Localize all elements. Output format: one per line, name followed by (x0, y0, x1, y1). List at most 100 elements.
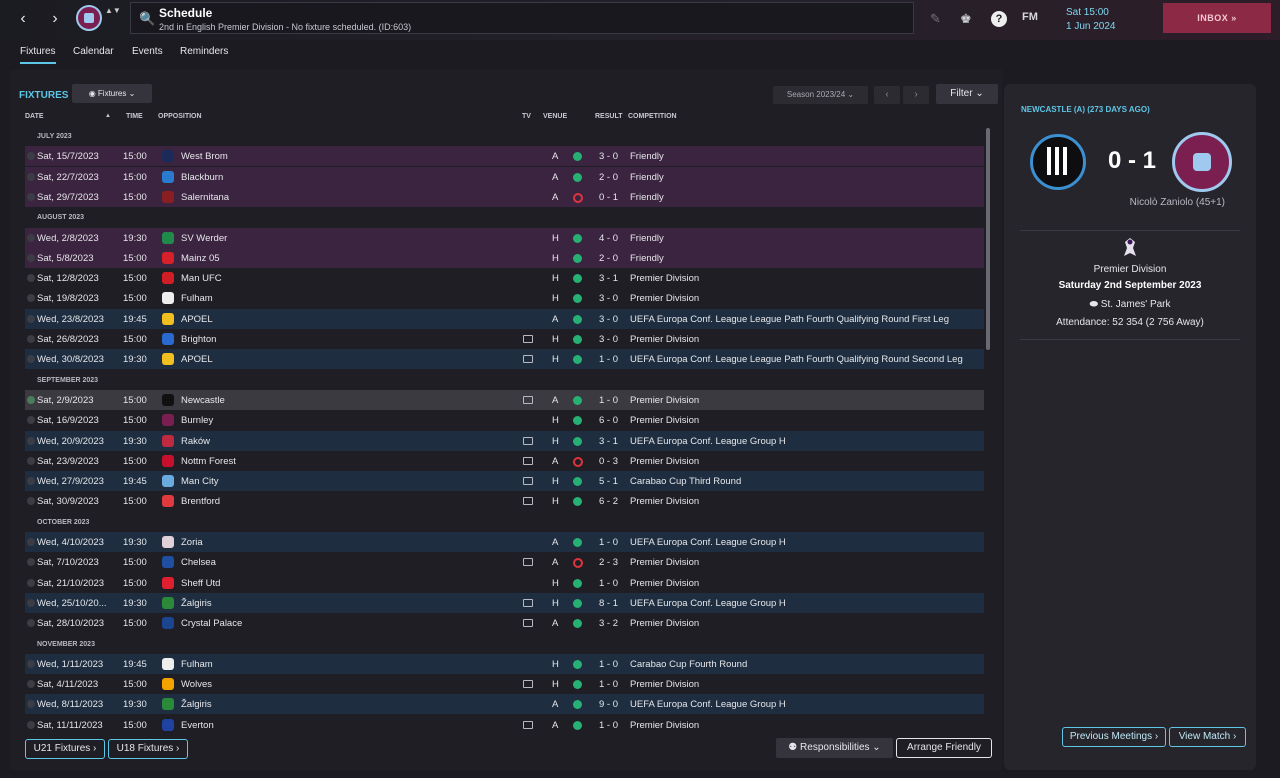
opponent-name[interactable]: Žalgiris (181, 598, 212, 609)
fixture-result[interactable]: 1 - 0 (599, 578, 618, 589)
fixture-competition[interactable]: UEFA Europa Conf. League Group H (630, 436, 786, 447)
fixture-row[interactable]: Wed, 23/8/2023 19:45 APOEL A 3 - 0 UEFA Europ… (25, 308, 984, 329)
opponent-crest-icon[interactable] (162, 536, 174, 548)
fixture-row[interactable]: Wed, 27/9/2023 19:45 Man City H 5 - 1 Carabao… (25, 471, 984, 492)
fixture-result[interactable]: 6 - 2 (599, 496, 618, 507)
fixture-row[interactable]: Wed, 2/8/2023 19:30 SV Werder H 4 - 0 Friendl… (25, 227, 984, 248)
opponent-crest-icon[interactable] (162, 454, 174, 467)
opponent-crest-icon[interactable] (162, 333, 174, 345)
col-time[interactable]: TIME (126, 113, 143, 120)
fixture-row[interactable]: Sat, 12/8/2023 15:00 Man UFC H 3 - 1 Premier … (25, 268, 984, 289)
opponent-crest-icon[interactable] (162, 617, 174, 630)
fixture-row[interactable]: Wed, 25/10/20... 19:30 Žalgiris H 8 - 1 UEFA … (25, 592, 984, 613)
fixture-competition[interactable]: Friendly (630, 172, 664, 183)
col-opposition[interactable]: OPPOSITION (158, 113, 202, 120)
view-selector-button[interactable]: ◉ Fixtures ⌄ (72, 84, 152, 103)
opponent-name[interactable]: Newcastle (181, 395, 225, 406)
u18-fixtures-button[interactable]: U18 Fixtures › (108, 739, 188, 759)
opponent-crest-icon[interactable] (162, 150, 174, 163)
opponent-crest-icon[interactable] (162, 475, 174, 488)
fixture-result[interactable]: 9 - 0 (599, 699, 618, 710)
fixture-result[interactable]: 3 - 1 (599, 436, 618, 447)
fixture-row[interactable]: Wed, 1/11/2023 19:45 Fulham H 1 - 0 Carabao C… (25, 653, 984, 674)
opponent-name[interactable]: Raków (181, 436, 210, 447)
opponent-name[interactable]: Brighton (181, 334, 216, 345)
fm-logo-icon[interactable]: FM (1022, 11, 1038, 23)
opponent-name[interactable]: APOEL (181, 314, 213, 325)
tab-events[interactable]: Events (132, 46, 163, 57)
tab-reminders[interactable]: Reminders (180, 46, 228, 57)
opponent-crest-icon[interactable] (162, 698, 174, 711)
opponent-crest-icon[interactable] (162, 718, 174, 731)
club-crest-icon[interactable] (76, 5, 102, 31)
fixture-result[interactable]: 3 - 2 (599, 618, 618, 629)
u21-fixtures-button[interactable]: U21 Fixtures › (25, 739, 105, 759)
opponent-crest-icon[interactable] (162, 596, 174, 609)
view-match-button[interactable]: View Match › (1169, 727, 1246, 747)
fixture-competition[interactable]: UEFA Europa Conf. League League Path Fou… (630, 354, 963, 365)
back-arrow-icon[interactable]: ‹ (12, 8, 34, 30)
fixture-row[interactable]: Sat, 15/7/2023 15:00 West Brom A 3 - 0 Friend… (25, 146, 984, 167)
fixture-competition[interactable]: Friendly (630, 253, 664, 264)
opponent-name[interactable]: Zoria (181, 537, 203, 548)
fixture-row[interactable]: Sat, 7/10/2023 15:00 Chelsea A 2 - 3 Premier … (25, 552, 984, 573)
fixture-row[interactable]: Sat, 19/8/2023 15:00 Fulham H 3 - 0 Premier D… (25, 288, 984, 309)
fixture-row[interactable]: Sat, 4/11/2023 15:00 Wolves H 1 - 0 Premier D… (25, 674, 984, 695)
fixture-result[interactable]: 1 - 0 (599, 659, 618, 670)
club-switch-icon[interactable]: ▲▼ (105, 6, 121, 16)
fixture-result[interactable]: 1 - 0 (599, 720, 618, 731)
sort-asc-icon[interactable]: ▲ (105, 113, 111, 119)
fixture-result[interactable]: 1 - 0 (599, 354, 618, 365)
opponent-name[interactable]: Salernitana (181, 192, 229, 203)
opponent-crest-icon[interactable] (162, 393, 174, 406)
opponent-name[interactable]: Chelsea (181, 557, 216, 568)
opponent-crest-icon[interactable] (162, 292, 174, 305)
col-result[interactable]: RESULT (595, 113, 622, 120)
opponent-crest-icon[interactable] (162, 170, 174, 183)
fixture-competition[interactable]: Premier Division (630, 578, 699, 589)
trophy-icon[interactable]: ♚ (960, 11, 972, 27)
fixture-competition[interactable]: Premier Division (630, 395, 699, 406)
col-competition[interactable]: COMPETITION (628, 113, 677, 120)
fixture-competition[interactable]: Premier Division (630, 496, 699, 507)
fixture-result[interactable]: 2 - 0 (599, 253, 618, 264)
fixture-row[interactable]: Sat, 2/9/2023 15:00 Newcastle A 1 - 0 Premier… (25, 389, 984, 410)
opponent-name[interactable]: Nottm Forest (181, 456, 236, 467)
fixture-competition[interactable]: Premier Division (630, 456, 699, 467)
col-venue[interactable]: VENUE (543, 113, 567, 120)
fixture-competition[interactable]: Friendly (630, 233, 664, 244)
fixture-result[interactable]: 0 - 1 (599, 192, 618, 203)
col-tv[interactable]: TV (522, 113, 531, 120)
fixture-result[interactable]: 2 - 3 (599, 557, 618, 568)
opponent-name[interactable]: Blackburn (181, 172, 223, 183)
fixture-row[interactable]: Wed, 30/8/2023 19:30 APOEL H 1 - 0 UEFA Europ… (25, 349, 984, 370)
help-icon[interactable]: ? (991, 11, 1007, 27)
opponent-name[interactable]: Brentford (181, 496, 220, 507)
prev-season-button[interactable]: ‹ (874, 86, 900, 104)
fixture-row[interactable]: Sat, 5/8/2023 15:00 Mainz 05 H 2 - 0 Friendly (25, 247, 984, 268)
table-scrollbar[interactable] (986, 128, 990, 350)
fixture-competition[interactable]: Friendly (630, 151, 664, 162)
fixture-result[interactable]: 2 - 0 (599, 172, 618, 183)
opponent-crest-icon[interactable] (162, 190, 174, 203)
fixture-competition[interactable]: Premier Division (630, 334, 699, 345)
next-season-button[interactable]: › (903, 86, 929, 104)
col-date[interactable]: DATE (25, 113, 44, 120)
fixture-result[interactable]: 3 - 0 (599, 334, 618, 345)
fixture-result[interactable]: 4 - 0 (599, 233, 618, 244)
fixture-row[interactable]: Sat, 21/10/2023 15:00 Sheff Utd H 1 - 0 Premi… (25, 572, 984, 593)
opponent-name[interactable]: Mainz 05 (181, 253, 220, 264)
opponent-crest-icon[interactable] (162, 434, 174, 447)
fixture-competition[interactable]: Premier Division (630, 557, 699, 568)
opponent-crest-icon[interactable] (162, 312, 174, 325)
opponent-name[interactable]: Burnley (181, 415, 213, 426)
previous-meetings-button[interactable]: Previous Meetings › (1062, 727, 1166, 747)
opponent-name[interactable]: Crystal Palace (181, 618, 242, 629)
fixture-row[interactable]: Wed, 4/10/2023 19:30 Zoria A 1 - 0 UEFA Europ… (25, 532, 984, 552)
opponent-crest-icon[interactable] (162, 657, 174, 670)
opponent-crest-icon[interactable] (162, 231, 174, 244)
fixture-result[interactable]: 8 - 1 (599, 598, 618, 609)
newcastle-crest-icon[interactable] (1030, 134, 1086, 190)
game-date[interactable]: Sat 15:00 1 Jun 2024 (1056, 4, 1156, 34)
opponent-name[interactable]: Man UFC (181, 273, 222, 284)
